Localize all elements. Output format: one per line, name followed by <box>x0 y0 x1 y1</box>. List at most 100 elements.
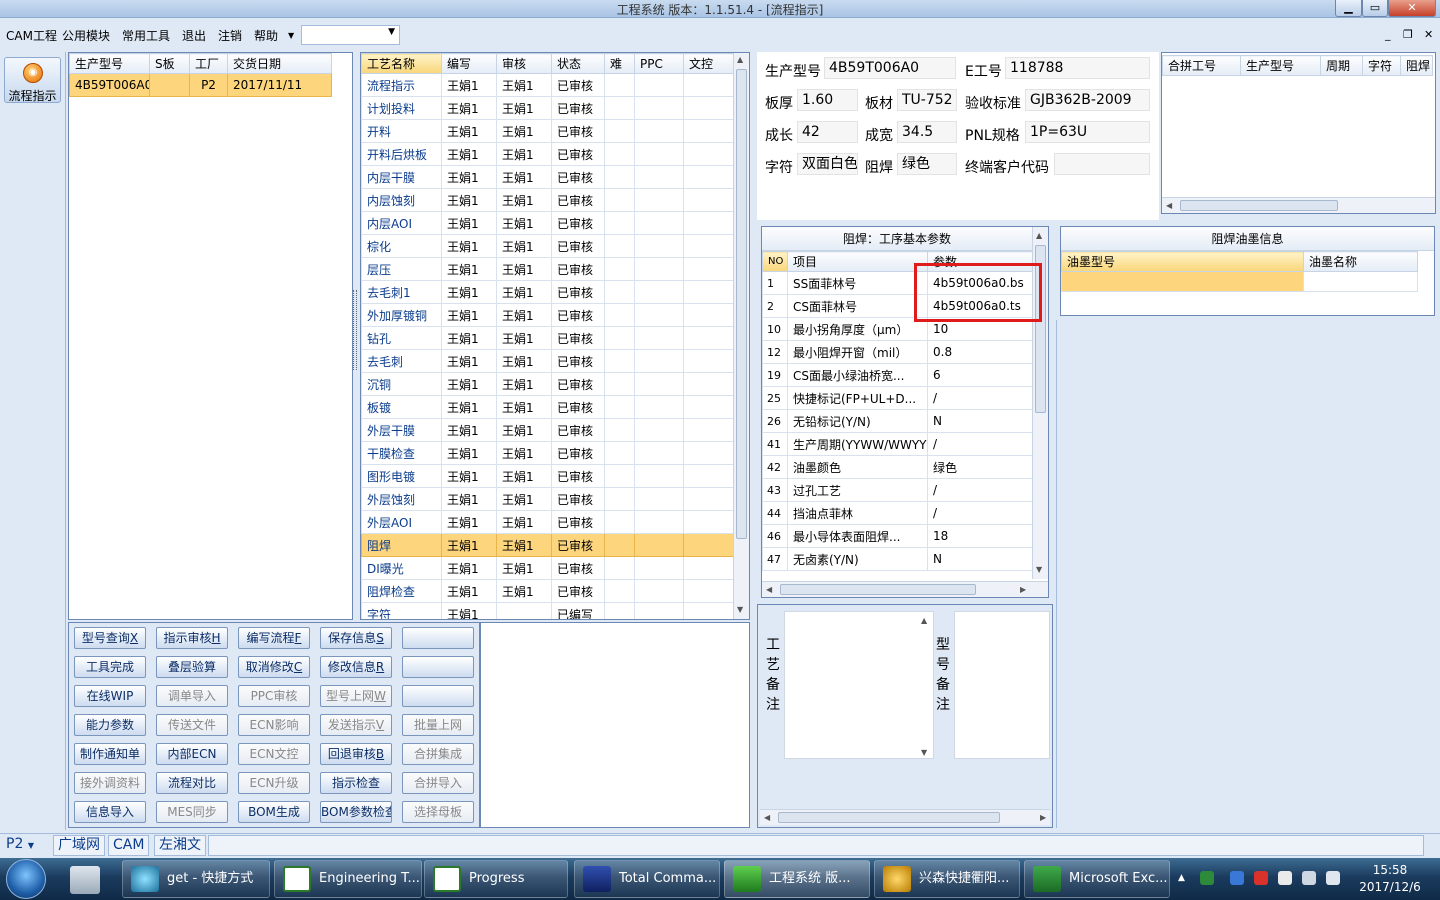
tray-app-icon[interactable] <box>1200 871 1214 885</box>
col-merge-mask[interactable]: 阻焊 <box>1400 55 1433 76</box>
action-button[interactable]: BOM生成 <box>238 801 310 823</box>
table-row[interactable]: 板镀 王娟1 王娟1 已审核 <box>361 395 734 419</box>
field-char[interactable]: 双面白色 <box>797 153 858 175</box>
field-thickness[interactable]: 1.60 <box>797 89 858 111</box>
task-get[interactable]: get - 快捷方式 <box>122 860 270 898</box>
action-button[interactable]: BOM参数检查 <box>320 801 392 823</box>
col-status[interactable]: 状态 <box>551 53 605 74</box>
field-width[interactable]: 34.5 <box>897 121 957 143</box>
process-scrollbar[interactable]: ▲ ▼ <box>733 53 749 619</box>
table-row[interactable]: 棕化 王娟1 王娟1 已审核 <box>361 234 734 258</box>
action-button[interactable]: 传送文件 <box>156 714 228 736</box>
action-button[interactable]: 叠层验算 <box>156 656 228 678</box>
field-material[interactable]: TU-752 <box>897 89 957 111</box>
splitter-handle[interactable] <box>353 290 357 370</box>
table-row[interactable]: 流程指示 王娟1 王娟1 已审核 <box>361 73 734 97</box>
scroll-right-icon[interactable]: ▶ <box>1020 585 1026 594</box>
scroll-down-icon[interactable]: ▼ <box>1036 565 1042 574</box>
col-writer[interactable]: 编写 <box>441 53 497 74</box>
table-row[interactable]: 沉铜 王娟1 王娟1 已审核 <box>361 372 734 396</box>
table-row[interactable]: 干膜检查 王娟1 王娟1 已审核 <box>361 441 734 465</box>
action-button[interactable]: 选择母板 <box>402 801 474 823</box>
menu-cam[interactable]: CAM工程 <box>6 27 57 44</box>
volume-icon[interactable] <box>1326 871 1340 885</box>
table-row[interactable]: 46 最小导体表面阻焊... 18 <box>762 524 1033 548</box>
col-factory[interactable]: 工厂 <box>189 53 228 74</box>
factory-selector[interactable]: P2 ▼ <box>2 835 50 856</box>
table-row[interactable]: 字符 王娟1 已编写 <box>361 602 734 619</box>
action-button[interactable]: 发送指示V <box>320 714 392 736</box>
tray-expand-icon[interactable]: ▲ <box>1178 873 1185 883</box>
col-ppc[interactable]: PPC <box>634 53 684 74</box>
col-no[interactable]: NO <box>762 251 788 272</box>
table-row[interactable]: 去毛刺1 王娟1 王娟1 已审核 <box>361 280 734 304</box>
scroll-up-icon[interactable]: ▲ <box>921 616 927 625</box>
scroll-down-icon[interactable]: ▼ <box>737 605 743 614</box>
scroll-down-icon[interactable]: ▼ <box>921 748 927 757</box>
scroll-up-icon[interactable]: ▲ <box>1036 231 1042 240</box>
col-s-board[interactable]: S板 <box>149 53 190 74</box>
table-row[interactable]: 图形电镀 王娟1 王娟1 已审核 <box>361 464 734 488</box>
table-row[interactable]: 外层AOI 王娟1 王娟1 已审核 <box>361 510 734 534</box>
model-note-textarea[interactable] <box>954 611 1050 759</box>
action-button[interactable]: 接外调资料 <box>74 772 146 794</box>
table-row[interactable]: 42 油墨颜色 绿色 <box>762 455 1033 479</box>
action-button[interactable]: 合拼导入 <box>402 772 474 794</box>
params-hscroll-thumb[interactable] <box>780 584 976 595</box>
menu-common-module[interactable]: 公用模块 <box>62 27 110 44</box>
table-row[interactable]: 计划投料 王娟1 王娟1 已审核 <box>361 96 734 120</box>
table-row[interactable]: 外层蚀刻 王娟1 王娟1 已审核 <box>361 487 734 511</box>
calculator-icon[interactable] <box>70 866 100 894</box>
field-length[interactable]: 42 <box>797 121 858 143</box>
tray-app-icon[interactable] <box>1254 871 1268 885</box>
field-e-no[interactable]: 118788 <box>1005 57 1150 79</box>
close-button[interactable]: ✕ <box>1388 0 1436 17</box>
action-button[interactable]: PPC审核 <box>238 685 310 707</box>
action-button[interactable]: 编写流程F <box>238 627 310 649</box>
table-row[interactable]: 19 CS面最小绿油桥宽... 6 <box>762 363 1033 387</box>
task-xingsen[interactable]: 兴森快捷衢阳... <box>874 860 1020 898</box>
action-button[interactable]: 工具完成 <box>74 656 146 678</box>
action-button[interactable]: 回退审核B <box>320 743 392 765</box>
action-button[interactable]: 取消修改C <box>238 656 310 678</box>
col-process-name[interactable]: 工艺名称 <box>361 53 442 74</box>
action-button[interactable]: 制作通知单 <box>74 743 146 765</box>
table-row[interactable]: 钻孔 王娟1 王娟1 已审核 <box>361 326 734 350</box>
maximize-button[interactable]: ▭ <box>1362 0 1388 17</box>
mdi-minimize-button[interactable]: _ <box>1385 28 1391 41</box>
action-button[interactable] <box>402 656 474 678</box>
field-customer-code[interactable] <box>1054 153 1150 175</box>
action-button[interactable]: 能力参数 <box>74 714 146 736</box>
table-row[interactable]: 26 无铅标记(Y/N) N <box>762 409 1033 433</box>
action-button[interactable]: 批量上网 <box>402 714 474 736</box>
scroll-up-icon[interactable]: ▲ <box>737 55 743 64</box>
field-prod-model[interactable]: 4B59T006A0 <box>824 57 956 79</box>
action-button[interactable]: 流程对比 <box>156 772 228 794</box>
notes-hscroll[interactable]: ◀ ▶ <box>760 809 1050 825</box>
field-mask[interactable]: 绿色 <box>897 153 957 175</box>
notes-hscroll-thumb[interactable] <box>778 812 1000 823</box>
table-row[interactable]: 外层干膜 王娟1 王娟1 已审核 <box>361 418 734 442</box>
process-note-textarea[interactable]: ▲ ▼ <box>784 611 934 759</box>
action-button[interactable]: 调单导入 <box>156 685 228 707</box>
tray-app-icon[interactable] <box>1230 871 1244 885</box>
col-difficulty[interactable]: 难 <box>604 53 635 74</box>
col-merge-model[interactable]: 生产型号 <box>1240 55 1321 76</box>
table-row[interactable]: DI曝光 王娟1 王娟1 已审核 <box>361 556 734 580</box>
action-button[interactable]: 型号查询X <box>74 627 146 649</box>
col-merge-no[interactable]: 合拼工号 <box>1162 55 1241 76</box>
scroll-thumb[interactable] <box>736 69 747 539</box>
col-doc-control[interactable]: 文控 <box>683 53 734 74</box>
table-row[interactable]: 25 快捷标记(FP+UL+D... / <box>762 386 1033 410</box>
table-row[interactable]: 开料 王娟1 王娟1 已审核 <box>361 119 734 143</box>
start-button[interactable] <box>6 859 46 899</box>
table-row[interactable] <box>1061 271 1418 292</box>
action-button[interactable] <box>402 685 474 707</box>
table-row[interactable]: 层压 王娟1 王娟1 已审核 <box>361 257 734 281</box>
flow-indicator-button[interactable]: ◉ 流程指示 <box>4 57 61 103</box>
table-row[interactable]: 41 生产周期(YYWW/WWYY) / <box>762 432 1033 456</box>
table-row[interactable]: 44 挡油点菲林 / <box>762 501 1033 525</box>
scroll-left-icon[interactable]: ◀ <box>1166 201 1172 210</box>
network-icon[interactable] <box>1302 871 1316 885</box>
col-reviewer[interactable]: 审核 <box>496 53 552 74</box>
